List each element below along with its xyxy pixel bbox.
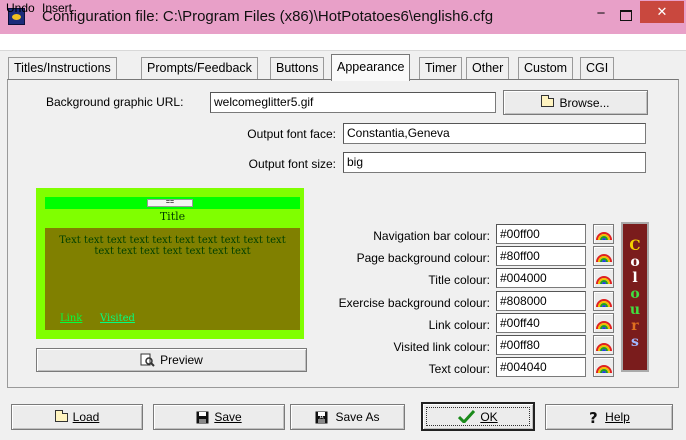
colour-label-title: Title colour: [428, 273, 490, 287]
tab-custom[interactable]: Custom [518, 57, 574, 79]
load-button-label: Load [72, 410, 100, 424]
folder-icon [541, 95, 555, 107]
rainbow-palette-icon [596, 343, 612, 352]
preview-body-text: Text text text text text text text text … [59, 235, 286, 257]
colour-field-link[interactable]: #00ff40 [496, 313, 586, 333]
colour-picker-link[interactable] [593, 313, 614, 333]
colours-banner: C o l o u r s [621, 222, 649, 372]
colour-field-visited-link[interactable]: #00ff80 [496, 335, 586, 355]
preview-button-label: Preview [160, 353, 203, 367]
rainbow-palette-icon [596, 276, 612, 285]
font-face-field[interactable]: Constantia,Geneva [343, 123, 646, 144]
tab-prompts-feedback[interactable]: Prompts/Feedback [141, 57, 258, 79]
tab-titles-instructions[interactable]: Titles/Instructions [8, 57, 117, 79]
colour-picker-visited-link[interactable] [593, 335, 614, 355]
colour-label-visited-link: Visited link colour: [393, 340, 491, 354]
colour-label-page-background: Page background colour: [356, 251, 490, 265]
folder-icon [54, 409, 68, 422]
svg-text:?: ? [589, 410, 598, 424]
help-button[interactable]: ? Help [545, 404, 673, 430]
colour-label-text: Text colour: [428, 362, 490, 376]
colours-letter: u [629, 302, 641, 318]
preview-link: Link [60, 313, 83, 324]
focus-rectangle [426, 407, 530, 426]
save-as-button-label: Save As [335, 410, 380, 424]
colour-picker-text[interactable] [593, 357, 614, 377]
colour-field-exercise-background[interactable]: #808000 [496, 291, 586, 311]
tab-buttons[interactable]: Buttons [270, 57, 325, 79]
floppy-disk-icon [196, 411, 209, 423]
maximize-button[interactable] [615, 7, 635, 23]
colour-picker-navigation-bar[interactable] [593, 224, 614, 244]
colour-picker-exercise-background[interactable] [593, 291, 614, 311]
rainbow-palette-icon [596, 365, 612, 374]
font-size-field[interactable]: big [343, 152, 646, 173]
rainbow-palette-icon [596, 232, 612, 241]
minimize-button[interactable]: − [590, 6, 612, 24]
save-button[interactable]: Save [153, 404, 285, 430]
colours-letter: C [629, 238, 641, 254]
window-title: Configuration file: C:\Program Files (x8… [42, 8, 494, 25]
preview-title: Title [159, 210, 186, 223]
preview-nav-button: == [147, 199, 193, 207]
colour-field-title[interactable]: #004000 [496, 268, 586, 288]
tab-other[interactable]: Other [466, 57, 510, 79]
colour-label-navigation-bar: Navigation bar colour: [373, 229, 490, 243]
bg-url-field[interactable]: welcomeglitter5.gif [210, 92, 496, 113]
browse-button[interactable]: Browse... [503, 90, 648, 115]
colour-picker-title[interactable] [593, 268, 614, 288]
colours-letter: o [630, 286, 640, 302]
menu-undo[interactable]: Undo [6, 1, 35, 15]
font-size-label: Output font size: [248, 157, 336, 171]
tab-cgi[interactable]: CGI [580, 57, 615, 79]
close-button[interactable]: ✕ [640, 1, 684, 23]
save-as-button[interactable]: A Save As [290, 404, 405, 430]
colour-field-page-background[interactable]: #80ff00 [496, 246, 586, 266]
browse-button-label: Browse... [559, 95, 610, 110]
colour-field-navigation-bar[interactable]: #00ff00 [496, 224, 586, 244]
tab-appearance[interactable]: Appearance [331, 54, 411, 81]
font-face-label: Output font face: [247, 127, 336, 141]
colours-letter: r [631, 318, 639, 334]
colours-letter: l [632, 270, 638, 286]
bg-url-label: Background graphic URL: [46, 95, 184, 109]
magnifier-page-icon [140, 353, 155, 367]
question-mark-icon: ? [589, 410, 598, 424]
menu-insert[interactable]: Insert [42, 1, 72, 15]
tab-timer[interactable]: Timer [419, 57, 463, 79]
colours-letter: o [630, 254, 640, 270]
preview-button[interactable]: Preview [36, 348, 307, 372]
save-button-label: Save [214, 410, 242, 424]
colour-picker-page-background[interactable] [593, 246, 614, 266]
colours-letter: s [631, 334, 639, 350]
colour-label-link: Link colour: [428, 318, 490, 332]
rainbow-palette-icon [596, 321, 612, 330]
menu-bar [0, 34, 686, 51]
rainbow-palette-icon [596, 254, 612, 263]
colour-label-exercise-background: Exercise background colour: [338, 296, 490, 310]
preview-visited-link: Visited [100, 313, 135, 324]
colour-field-text[interactable]: #004040 [496, 357, 586, 377]
help-button-label: Help [605, 410, 630, 424]
floppy-disk-as-icon: A [315, 411, 328, 423]
ok-button[interactable]: OK [421, 402, 535, 431]
load-button[interactable]: Load [11, 404, 143, 430]
rainbow-palette-icon [596, 299, 612, 308]
